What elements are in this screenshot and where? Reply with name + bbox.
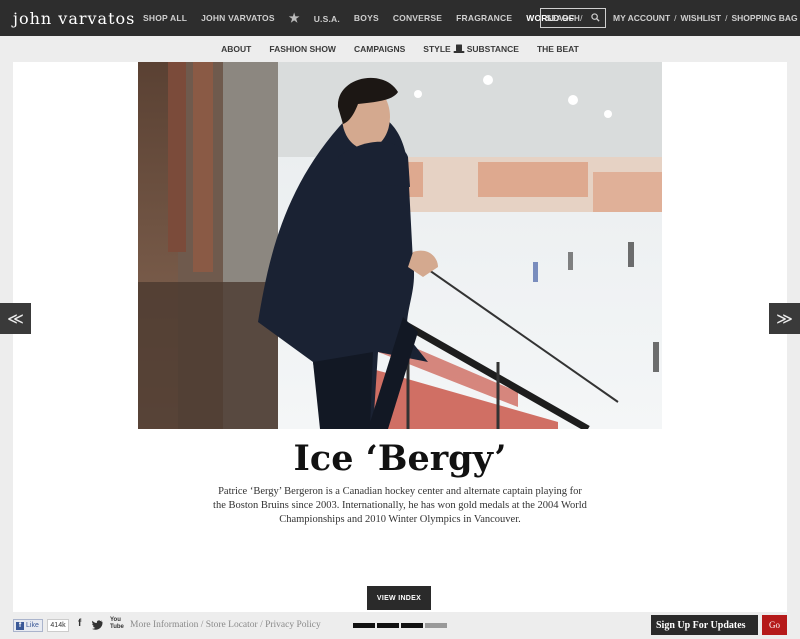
pager-dot[interactable] <box>425 623 447 628</box>
double-chevron-left-icon: ≪ <box>7 310 24 328</box>
slide-pager <box>353 623 449 628</box>
pager-dot[interactable] <box>401 623 423 628</box>
top-hat-icon <box>453 44 465 53</box>
account-links: MY ACCOUNT / WISHLIST / SHOPPING BAG <box>613 0 798 36</box>
next-arrow-button[interactable]: ≫ <box>769 303 800 334</box>
subnav-style-substance[interactable]: STYLE SUBSTANCE <box>423 44 519 54</box>
previous-arrow-button[interactable]: ≪ <box>0 303 31 334</box>
facebook-logo-icon: f <box>16 621 24 630</box>
nav-shop-all[interactable]: SHOP ALL <box>143 13 187 23</box>
footer-bar: f Like 414k f You Tube More Information … <box>0 612 800 639</box>
star-icon: ★ <box>288 11 300 25</box>
twitter-icon[interactable] <box>92 620 103 630</box>
feature-photo <box>138 62 662 429</box>
double-chevron-right-icon: ≫ <box>776 310 793 328</box>
nav-usa-label: U.S.A. <box>313 14 340 24</box>
pager-dot[interactable] <box>353 623 375 628</box>
view-index-button[interactable]: VIEW INDEX <box>367 586 431 610</box>
subnav-about[interactable]: ABOUT <box>221 44 251 54</box>
link-separator: / <box>725 13 728 23</box>
link-separator: / <box>674 13 677 23</box>
subnav-the-beat[interactable]: THE BEAT <box>537 44 579 54</box>
search-input[interactable]: SEARCH <box>540 8 606 28</box>
like-label: Like <box>26 622 39 629</box>
footer-links: More Information / Store Locator / Priva… <box>130 620 321 630</box>
nav-john-varvatos[interactable]: JOHN VARVATOS <box>201 13 275 23</box>
main-nav: SHOP ALL JOHN VARVATOS ★ U.S.A. BOYS CONV… <box>143 11 595 25</box>
like-count: 414k <box>47 619 69 632</box>
top-navigation-bar: john varvatos SHOP ALL JOHN VARVATOS ★ U.… <box>0 0 800 36</box>
facebook-like-button[interactable]: f Like <box>13 619 43 632</box>
my-account-link[interactable]: MY ACCOUNT <box>613 13 670 23</box>
style-label: STYLE <box>423 44 451 54</box>
link-separator: / <box>257 620 266 630</box>
store-locator-link[interactable]: Store Locator <box>206 620 258 630</box>
signup-button[interactable]: Sign Up For Updates <box>651 615 758 635</box>
substance-label: SUBSTANCE <box>466 44 519 54</box>
youtube-icon[interactable]: You Tube <box>110 617 124 631</box>
nav-fragrance[interactable]: FRAGRANCE <box>456 13 512 23</box>
privacy-policy-link[interactable]: Privacy Policy <box>265 620 321 630</box>
subnav-campaigns[interactable]: CAMPAIGNS <box>354 44 405 54</box>
facebook-icon[interactable]: f <box>78 618 81 629</box>
link-separator: / <box>198 620 206 630</box>
feature-panel: Ice ‘Bergy’ Patrice ‘Bergy’ Bergeron is … <box>13 62 787 612</box>
feature-title: Ice ‘Bergy’ <box>293 438 507 479</box>
wishlist-link[interactable]: WISHLIST <box>681 13 722 23</box>
sub-navigation: ABOUT FASHION SHOW CAMPAIGNS STYLE SUBST… <box>0 36 800 62</box>
nav-converse[interactable]: CONVERSE <box>393 13 442 23</box>
nav-usa[interactable]: ★ U.S.A. <box>289 11 340 25</box>
nav-boys[interactable]: BOYS <box>354 13 379 23</box>
shopping-bag-link[interactable]: SHOPPING BAG <box>732 13 798 23</box>
brand-logo[interactable]: john varvatos <box>0 9 143 28</box>
feature-description: Patrice ‘Bergy’ Bergeron is a Canadian h… <box>213 486 587 525</box>
go-button[interactable]: Go <box>762 615 787 635</box>
pager-dot[interactable] <box>377 623 399 628</box>
subnav-fashion-show[interactable]: FASHION SHOW <box>269 44 336 54</box>
search-icon[interactable] <box>591 13 600 22</box>
search-label: SEARCH <box>546 13 580 23</box>
more-information-link[interactable]: More Information <box>130 620 198 630</box>
